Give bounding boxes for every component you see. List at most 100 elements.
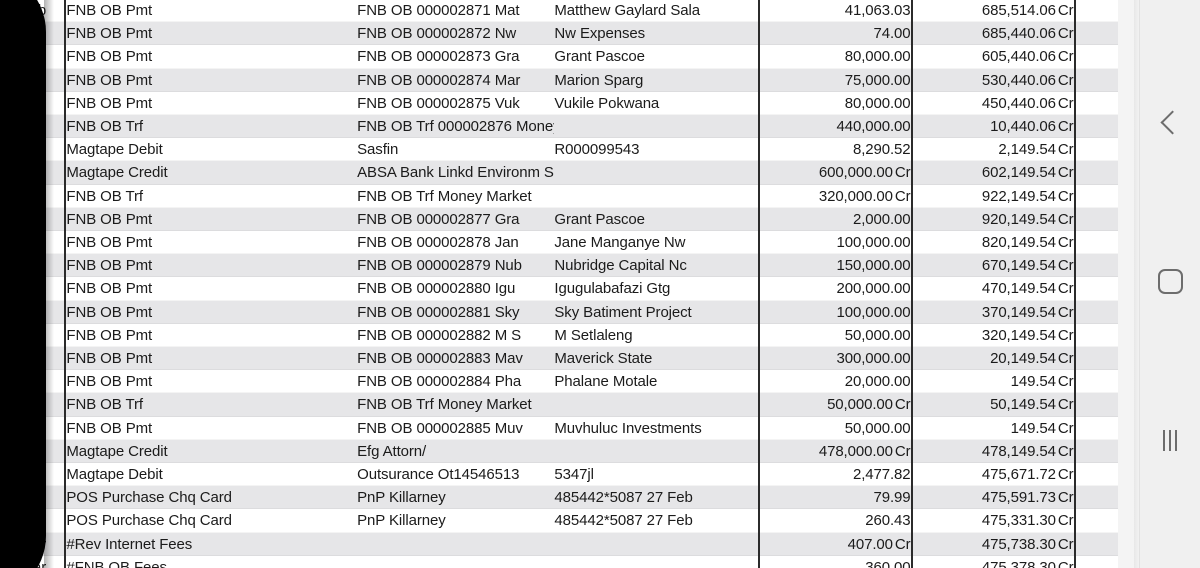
table-row[interactable]: 01 Mar POS Purchase Chq Card PnP Killarney…	[0, 509, 1140, 533]
table-row[interactable]: 01 Mar FNB OB Trf FNB OB Trf Money Market 3…	[0, 184, 1140, 208]
cell-transaction-type: Magtape Debit	[64, 463, 358, 487]
cell-party: Jane Manganye Nw	[554, 234, 686, 252]
table-row[interactable]: 02 Mar #Rev Internet Fees 407.00 Cr 475,738.…	[0, 532, 1140, 556]
table-row[interactable]: 24 Feb FNB OB Pmt FNB OB 000002871 Mat Matt…	[0, 0, 1140, 23]
table-row[interactable]: 02 Mar #FNB OB Fees 360.00 475,378.30 Cr	[0, 555, 1140, 568]
table-row[interactable]: 01 Mar Magtape Debit Outsurance Ot14546513…	[0, 463, 1140, 487]
cell-date: 01 Mar	[0, 442, 47, 460]
cell-balance: 149.54 Cr	[910, 416, 1075, 440]
cell-amount: 79.99	[757, 486, 912, 510]
credit-indicator: Cr	[1057, 234, 1074, 252]
table-row[interactable]: 01 Mar FNB OB Pmt FNB OB 000002878 Jan Jane…	[0, 231, 1140, 255]
cell-amount: 100,000.00	[757, 300, 912, 324]
table-row[interactable]: 01 Mar POS Purchase Chq Card PnP Killarney…	[0, 486, 1140, 510]
credit-indicator: Cr	[1057, 280, 1074, 298]
cell-amount: 200,000.00	[757, 277, 912, 301]
table-row[interactable]: 24 Feb FNB OB Trf FNB OB Trf 000002876 Mon…	[0, 115, 1140, 139]
credit-indicator: Cr	[1057, 396, 1074, 414]
table-row[interactable]: 01 Mar FNB OB Pmt FNB OB 000002877 Gra Gran…	[0, 207, 1140, 232]
credit-indicator: Cr	[1057, 419, 1074, 437]
cell-description: ABSA Bank Linkd Environm Serv	[357, 164, 555, 182]
cell-amount: 100,000.00	[757, 231, 912, 255]
cell-party: Muvhuluc Investments	[554, 419, 702, 437]
table-row[interactable]: 01 Mar FNB OB Pmt FNB OB 000002879 Nub Nubr…	[0, 254, 1140, 278]
cell-description: PnP Killarney	[357, 512, 446, 530]
credit-indicator: Cr	[1057, 512, 1074, 530]
credit-indicator: Cr	[1057, 164, 1074, 182]
cell-balance: 470,149.54 Cr	[910, 277, 1075, 301]
cell-transaction-type: FNB OB Pmt	[64, 300, 358, 324]
table-row[interactable]: 25 Feb Magtape Debit Sasfin R000099543 8,290…	[0, 138, 1140, 162]
cell-amount: 50,000.00 Cr	[757, 393, 912, 417]
table-row[interactable]: 24 Feb FNB OB Pmt FNB OB 000002873 Gra Gran…	[0, 45, 1140, 69]
cell-description	[357, 533, 554, 556]
cell-transaction-type: Magtape Credit	[64, 161, 358, 185]
cell-party: Phalane Motale	[554, 373, 658, 391]
table-row[interactable]: 01 Mar FNB OB Pmt FNB OB 000002880 Igu Igug…	[0, 277, 1140, 301]
android-navigation-bar	[1139, 0, 1200, 568]
cell-balance: 530,440.06 Cr	[910, 68, 1075, 92]
cell-date: 01 Mar	[0, 234, 47, 252]
cell-date: 01 Mar	[0, 257, 47, 275]
cell-transaction-type: FNB OB Pmt	[64, 347, 358, 371]
cell-party	[554, 393, 759, 416]
credit-indicator: Cr	[894, 442, 911, 460]
back-button[interactable]	[1140, 92, 1200, 152]
cell-party: Grant Pascoe	[554, 210, 645, 228]
credit-indicator: Cr	[894, 396, 911, 414]
cell-balance: 50,149.54 Cr	[910, 393, 1075, 417]
cell-balance: 475,738.30 Cr	[910, 532, 1075, 556]
cell-transaction-type: FNB OB Pmt	[64, 370, 358, 394]
transaction-table-body: 24 Feb FNB OB Pmt FNB OB 000002871 Mat Matt…	[0, 0, 1140, 568]
cell-amount: 478,000.00 Cr	[757, 439, 912, 464]
statement-document[interactable]: 24 Feb FNB OB Pmt FNB OB 000002871 Mat Matt…	[0, 0, 1140, 568]
table-row[interactable]: 01 Mar Magtape Credit Efg Attorn/478,000.0…	[0, 439, 1140, 464]
cell-party: Vukile Pokwana	[554, 94, 660, 112]
credit-indicator: Cr	[1057, 187, 1074, 205]
cell-party: Sky Batiment Project	[554, 303, 692, 321]
credit-indicator: Cr	[1057, 210, 1074, 228]
screen: 24 Feb FNB OB Pmt FNB OB 000002871 Mat Matt…	[0, 0, 1200, 568]
table-row[interactable]: 01 Mar FNB OB Pmt FNB OB 000002885 Muv Muvh…	[0, 416, 1140, 440]
table-row[interactable]: 01 Mar FNB OB Pmt FNB OB 000002884 Pha Phal…	[0, 370, 1140, 394]
cell-description: FNB OB Trf Money Market	[357, 396, 532, 414]
cell-transaction-type: POS Purchase Chq Card	[64, 486, 358, 510]
cell-amount: 41,063.03	[757, 0, 912, 23]
credit-indicator: Cr	[1057, 326, 1074, 344]
recents-button[interactable]	[1140, 410, 1200, 470]
cell-transaction-type: FNB OB Pmt	[64, 207, 358, 232]
cell-description: FNB OB Trf Money Market	[357, 187, 532, 205]
cell-transaction-type: #Rev Internet Fees	[64, 532, 358, 556]
cell-date: 24 Feb	[0, 118, 47, 136]
cell-date: 01 Mar	[0, 187, 47, 205]
cell-amount: 2,477.82	[757, 463, 912, 487]
cell-transaction-type: FNB OB Trf	[64, 115, 358, 139]
table-row[interactable]: 24 Feb FNB OB Pmt FNB OB 000002874 Mar Mari…	[0, 68, 1140, 92]
cell-amount: 8,290.52	[757, 138, 912, 162]
table-row[interactable]: 01 Mar FNB OB Trf FNB OB Trf Money Market 5…	[0, 393, 1140, 417]
table-row[interactable]: 01 Mar FNB OB Pmt FNB OB 000002881 Sky Sky …	[0, 300, 1140, 324]
cell-date: 25 Feb	[0, 141, 47, 159]
cell-balance: 685,440.06 Cr	[910, 22, 1075, 46]
cell-transaction-type: FNB OB Pmt	[64, 323, 358, 348]
recents-bars-icon	[1162, 429, 1178, 451]
transaction-table[interactable]: 24 Feb FNB OB Pmt FNB OB 000002871 Mat Matt…	[0, 0, 1140, 568]
table-row[interactable]: 24 Feb FNB OB Pmt FNB OB 000002875 Vuk Vuki…	[0, 91, 1140, 116]
cell-amount: 150,000.00	[757, 254, 912, 278]
cell-description	[357, 556, 554, 568]
cell-party: Nubridge Capital Nc	[554, 257, 687, 275]
cell-description: Outsurance Ot14546513	[357, 466, 520, 484]
table-row[interactable]: 27 Feb Magtape Credit ABSA Bank Linkd Envi…	[0, 161, 1140, 185]
cell-party: Matthew Gaylard Sala	[554, 2, 700, 19]
cell-party: 485442*5087 27 Feb	[554, 489, 693, 507]
cell-date: 24 Feb	[0, 2, 47, 19]
cell-transaction-type: FNB OB Pmt	[64, 231, 358, 255]
cell-party: Nw Expenses	[554, 25, 646, 43]
table-row[interactable]: 01 Mar FNB OB Pmt FNB OB 000002882 M S M Se…	[0, 323, 1140, 348]
credit-indicator: Cr	[1057, 257, 1074, 275]
cell-transaction-type: FNB OB Pmt	[64, 0, 358, 23]
cell-party	[554, 556, 759, 568]
table-row[interactable]: 01 Mar FNB OB Pmt FNB OB 000002883 Mav Mave…	[0, 347, 1140, 371]
table-row[interactable]: 24 Feb FNB OB Pmt FNB OB 000002872 Nw Nw Ex…	[0, 22, 1140, 46]
home-button[interactable]	[1140, 251, 1200, 311]
